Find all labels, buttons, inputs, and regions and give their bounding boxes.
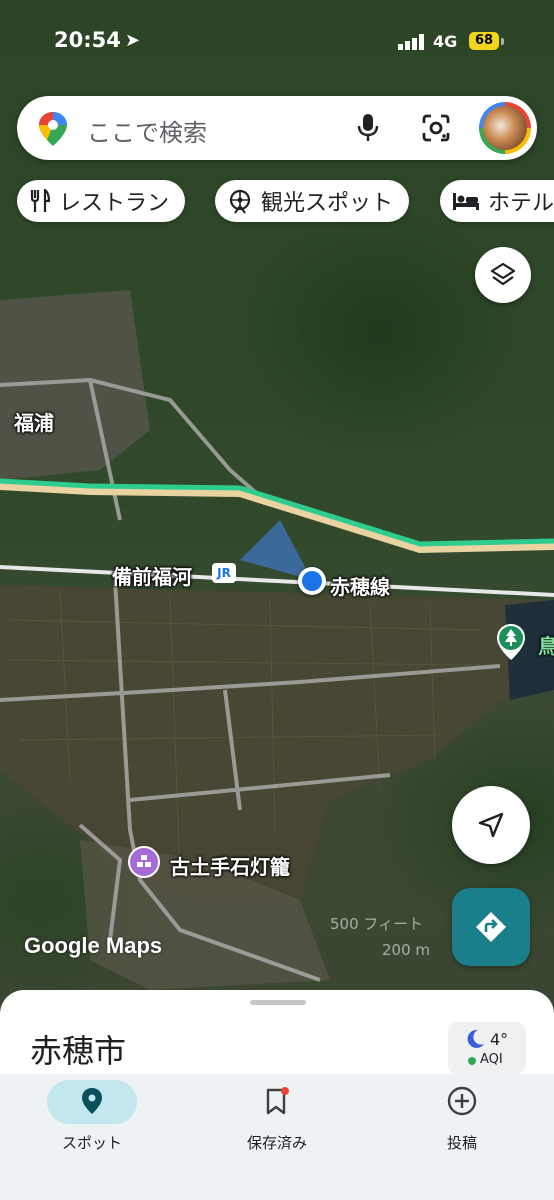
layers-button[interactable] [475, 247, 531, 303]
weather-badge[interactable]: 4° AQI [448, 1022, 526, 1074]
moon-icon [467, 1029, 484, 1048]
recenter-button[interactable] [452, 786, 530, 864]
directions-button[interactable] [452, 888, 530, 966]
google-lens-icon[interactable] [421, 113, 451, 143]
map-label-rail-line[interactable]: 赤穂線 [330, 571, 390, 600]
nav-tab-label: 投稿 [446, 1134, 477, 1152]
google-maps-watermark: Google Maps [24, 933, 163, 958]
park-pin-icon[interactable] [494, 622, 528, 662]
status-bar: 20:54 ➤ 4G 68 [0, 26, 554, 60]
network-type: 4G [433, 32, 458, 51]
navigation-arrow-icon [478, 812, 504, 838]
attraction-icon [227, 188, 253, 214]
search-input[interactable]: ここで検索 [87, 113, 207, 148]
chip-label: レストラン [59, 191, 170, 216]
scale-feet: 500 フィート [330, 915, 424, 933]
nav-tab-label: 保存済み [246, 1134, 307, 1152]
hotel-icon [452, 191, 480, 211]
directions-icon [476, 912, 506, 942]
aqi-status-dot [468, 1057, 476, 1065]
nav-tab-saved[interactable]: 保存済み [185, 1074, 369, 1200]
map-label-landmark[interactable]: 古土手石灯籠 [170, 851, 290, 880]
chip-restaurant[interactable]: レストラン [17, 180, 186, 222]
chip-hotel[interactable]: ホテル [440, 180, 554, 222]
bottom-navigation: スポット 保存済み 投稿 [0, 1074, 554, 1200]
add-circle-icon [447, 1086, 477, 1116]
aqi-label: AQI [480, 1052, 503, 1067]
chip-label: 観光スポット [261, 191, 394, 216]
scale-meters: 200 m [382, 941, 431, 959]
google-maps-pin-icon [39, 112, 67, 146]
nav-tab-spots[interactable]: スポット [0, 1074, 184, 1200]
map-label-station[interactable]: 備前福河 [112, 561, 192, 590]
location-pin-icon [82, 1088, 102, 1114]
avatar[interactable] [479, 102, 531, 154]
jr-station-badge[interactable]: JR [212, 563, 236, 583]
nav-tab-post[interactable]: 投稿 [370, 1074, 554, 1200]
sheet-drag-handle[interactable] [250, 1000, 306, 1005]
battery-tip [501, 38, 504, 45]
map-label-park-partial[interactable]: 鳥 [538, 630, 554, 659]
bookmark-icon [266, 1087, 289, 1115]
current-location-dot[interactable] [298, 567, 326, 595]
landmark-pin-icon[interactable] [128, 846, 160, 878]
restaurant-icon [29, 189, 51, 213]
chip-label: ホテル [488, 191, 554, 216]
location-arrow-icon: ➤ [125, 30, 141, 51]
search-bar[interactable]: ここで検索 [17, 96, 537, 160]
chip-attractions[interactable]: 観光スポット [215, 180, 410, 222]
weather-temperature: 4° [490, 1030, 509, 1049]
microphone-icon[interactable] [357, 113, 379, 143]
battery-indicator: 68 [469, 32, 499, 50]
map-label-town[interactable]: 福浦 [14, 407, 54, 436]
signal-icon [398, 34, 424, 50]
status-time: 20:54 [54, 28, 121, 52]
nav-tab-label: スポット [61, 1134, 122, 1152]
sheet-city-title: 赤穂市 [30, 1032, 127, 1070]
layers-icon [490, 262, 516, 286]
